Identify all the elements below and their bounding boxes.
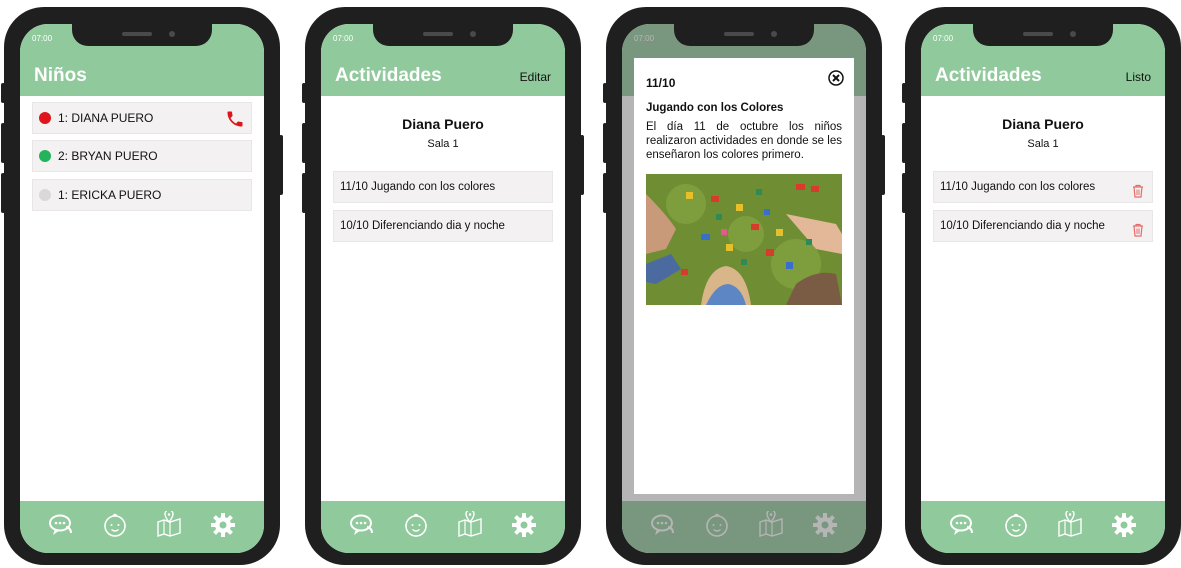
phone-icon[interactable] [225,109,245,134]
trash-icon[interactable] [1132,180,1144,202]
activity-item[interactable]: 11/10 Jugando con los colores [333,171,553,203]
child-item-bryan[interactable]: 2: BRYAN PUERO [32,140,252,172]
phone-activity-detail: 07:00 11/10 Jugando con los Colores El d… [603,7,885,565]
activities-content: Diana Puero Sala 1 11/10 Jugando con los… [921,96,1165,501]
screen: 07:00 Niños 1: DIANA PUERO 2: BRYAN PUER… [20,24,264,553]
activity-photo [646,174,842,305]
screen: 07:00 11/10 Jugando con los Colores El d… [622,24,866,553]
activity-date: 11/10 [646,76,676,90]
done-button[interactable]: Listo [1126,70,1151,84]
child-name: Diana Puero [1002,116,1084,132]
phone-actividades-edit: 07:00 Actividades Listo Diana Puero Sala… [902,7,1181,565]
bottom-nav [921,501,1165,553]
close-circle-icon[interactable] [828,70,844,91]
children-list: 1: DIANA PUERO 2: BRYAN PUERO 1: ERICKA … [20,96,264,501]
child-label: 1: ERICKA PUERO [58,188,162,202]
gear-icon[interactable] [510,511,538,544]
status-time: 07:00 [32,34,53,43]
phone-ninos: 07:00 Niños 1: DIANA PUERO 2: BRYAN PUER… [1,7,283,565]
activity-title: Jugando con los Colores [646,102,784,114]
chat-icon[interactable] [948,511,976,544]
map-location-icon[interactable] [155,508,183,544]
child-item-ericka[interactable]: 1: ERICKA PUERO [32,179,252,211]
gear-icon[interactable] [209,511,237,544]
activity-item[interactable]: 11/10 Jugando con los colores [933,171,1153,203]
chat-icon[interactable] [348,511,376,544]
activity-item[interactable]: 10/10 Diferenciando dia y noche [333,210,553,242]
map-location-icon[interactable] [1056,508,1084,544]
child-name: Diana Puero [402,116,484,132]
trash-icon[interactable] [1132,219,1144,241]
activity-description: El día 11 de octubre los niños realizaro… [646,121,842,161]
page-title: Actividades [935,65,1042,86]
status-time: 07:00 [933,34,954,43]
screen: 07:00 Actividades Editar Diana Puero Sal… [321,24,565,553]
child-face-icon[interactable] [402,511,430,544]
chat-icon[interactable] [47,511,75,544]
activities-content: Diana Puero Sala 1 11/10 Jugando con los… [321,96,565,501]
phone-actividades: 07:00 Actividades Editar Diana Puero Sal… [302,7,584,565]
activity-item[interactable]: 10/10 Diferenciando dia y noche [933,210,1153,242]
room-label: Sala 1 [427,138,459,150]
edit-button[interactable]: Editar [520,70,551,84]
status-dot [39,112,51,124]
page-title: Actividades [335,65,442,86]
gear-icon[interactable] [1110,511,1138,544]
screen: 07:00 Actividades Listo Diana Puero Sala… [921,24,1165,553]
child-item-diana[interactable]: 1: DIANA PUERO [32,102,252,134]
child-face-icon[interactable] [1002,511,1030,544]
map-location-icon[interactable] [456,508,484,544]
page-title: Niños [34,65,87,86]
bottom-nav [321,501,565,553]
child-face-icon[interactable] [101,511,129,544]
activity-detail-modal: 11/10 Jugando con los Colores El día 11 … [634,58,854,494]
child-label: 1: DIANA PUERO [58,111,154,125]
child-label: 2: BRYAN PUERO [58,149,158,163]
status-time: 07:00 [333,34,354,43]
room-label: Sala 1 [1027,138,1059,150]
status-dot [39,150,51,162]
status-dot [39,189,51,201]
bottom-nav [20,501,264,553]
